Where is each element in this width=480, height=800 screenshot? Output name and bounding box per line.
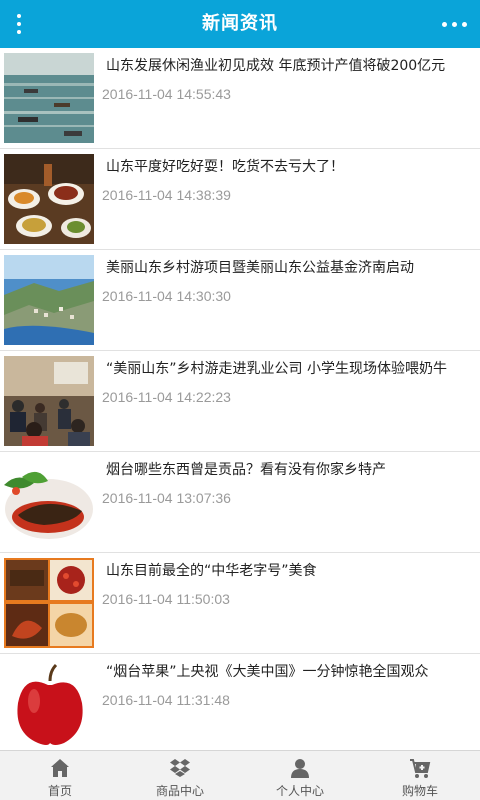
- page-title: 新闻资讯: [202, 13, 278, 34]
- news-title[interactable]: 山东发展休闲渔业初见成效 年底预计产值将破200亿元: [106, 56, 470, 76]
- news-title[interactable]: 山东平度好吃好耍！吃货不去亏大了！: [106, 157, 470, 177]
- news-thumbnail[interactable]: [4, 356, 94, 446]
- news-item[interactable]: 美丽山东乡村游项目暨美丽山东公益基金济南启动 2016-11-04 14:30:…: [0, 250, 480, 351]
- tab-label: 商品中心: [155, 784, 204, 798]
- tab-home[interactable]: 首页: [0, 751, 120, 800]
- tab-cart[interactable]: 购物车: [360, 751, 480, 800]
- tab-label: 首页: [47, 784, 72, 798]
- news-thumbnail[interactable]: [4, 255, 94, 345]
- news-title[interactable]: “烟台苹果”上央视《大美中国》一分钟惊艳全国观众: [106, 662, 470, 682]
- news-title[interactable]: 美丽山东乡村游项目暨美丽山东公益基金济南启动: [106, 258, 470, 278]
- news-list: 山东发展休闲渔业初见成效 年底预计产值将破200亿元 2016-11-04 14…: [0, 48, 480, 750]
- news-thumbnail[interactable]: [4, 457, 94, 547]
- news-thumbnail[interactable]: [4, 154, 94, 244]
- news-date: 2016-11-04 14:22:23: [102, 389, 231, 405]
- news-thumbnail[interactable]: [4, 659, 94, 749]
- news-date: 2016-11-04 13:07:36: [102, 490, 231, 506]
- news-item[interactable]: 山东目前最全的“中华老字号”美食 2016-11-04 11:50:03: [0, 553, 480, 654]
- news-title[interactable]: “美丽山东”乡村游走进乳业公司 小学生现场体验喂奶牛: [106, 359, 470, 379]
- news-item[interactable]: “烟台苹果”上央视《大美中国》一分钟惊艳全国观众 2016-11-04 11:3…: [0, 654, 480, 750]
- news-item[interactable]: “美丽山东”乡村游走进乳业公司 小学生现场体验喂奶牛 2016-11-04 14…: [0, 351, 480, 452]
- news-thumbnail[interactable]: [4, 53, 94, 143]
- bottom-tab-bar: 首页 商品中心 个人中心 购物车: [0, 750, 480, 800]
- tab-products[interactable]: 商品中心: [120, 751, 240, 800]
- news-date: 2016-11-04 14:55:43: [102, 86, 231, 102]
- news-date: 2016-11-04 11:50:03: [102, 591, 230, 607]
- news-date: 2016-11-04 14:30:30: [102, 288, 231, 304]
- news-item[interactable]: 山东发展休闲渔业初见成效 年底预计产值将破200亿元 2016-11-04 14…: [0, 48, 480, 149]
- tab-label: 购物车: [401, 784, 438, 798]
- news-date: 2016-11-04 14:38:39: [102, 187, 231, 203]
- tab-label: 个人中心: [275, 784, 324, 798]
- dropbox-icon: [169, 757, 191, 779]
- news-title[interactable]: 烟台哪些东西曾是贡品？看有没有你家乡特产: [106, 460, 470, 480]
- tab-profile[interactable]: 个人中心: [240, 751, 360, 800]
- user-icon: [289, 757, 311, 779]
- news-title[interactable]: 山东目前最全的“中华老字号”美食: [106, 561, 470, 581]
- app-header: 新闻资讯: [0, 0, 480, 48]
- news-item[interactable]: 烟台哪些东西曾是贡品？看有没有你家乡特产 2016-11-04 13:07:36: [0, 452, 480, 553]
- home-icon: [49, 757, 71, 779]
- news-item[interactable]: 山东平度好吃好耍！吃货不去亏大了！ 2016-11-04 14:38:39: [0, 149, 480, 250]
- more-horizontal-icon[interactable]: [442, 20, 468, 28]
- news-date: 2016-11-04 11:31:48: [102, 692, 230, 708]
- news-thumbnail[interactable]: [4, 558, 94, 648]
- cart-icon: [409, 757, 431, 779]
